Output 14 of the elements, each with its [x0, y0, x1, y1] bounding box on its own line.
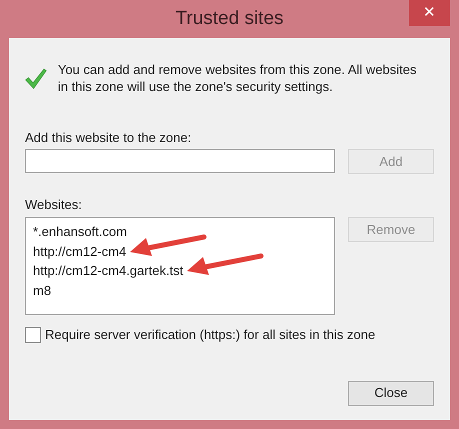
- field-label: Add this website to the zone:: [25, 130, 192, 146]
- website-item[interactable]: m8: [33, 282, 52, 298]
- website-item[interactable]: http://cm12-cm4: [33, 244, 126, 258]
- list-label: Websites:: [25, 197, 83, 213]
- window-title: Trusted sites: [175, 8, 284, 29]
- website-item[interactable]: http://cm12-cm4.gartek.tst: [33, 263, 184, 278]
- website-item[interactable]: *.enhansoft.com: [33, 224, 127, 239]
- close-dialog-button[interactable]: Close: [348, 380, 434, 406]
- checkbox[interactable]: [25, 326, 41, 343]
- websites-list[interactable]: *.enhansoft.com http://cm12-cm4 http://cm12-cm4.gartek.tst m8: [25, 217, 335, 315]
- info-text: You can add and remove websites from this zone. All websites in this zone will use the zone's security settings.: [58, 61, 418, 95]
- website-input-field[interactable]: [25, 149, 335, 173]
- close-button[interactable]: ✕: [409, 0, 450, 26]
- checkbox-label: Require server verification (https:) for all sites in this zone: [45, 326, 376, 344]
